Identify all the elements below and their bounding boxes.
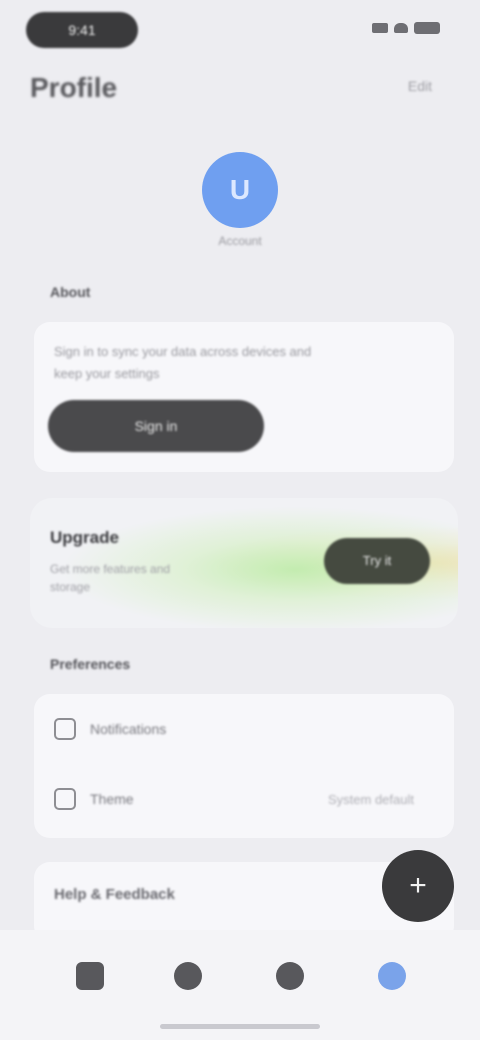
preferences-card: Notifications Theme System default <box>34 694 454 838</box>
promo-subtitle-line-2: storage <box>50 580 91 594</box>
tab-profile[interactable] <box>362 946 422 1006</box>
promo-subtitle: Get more features and storage <box>50 560 270 596</box>
wifi-icon <box>394 23 408 33</box>
tab-home[interactable] <box>60 946 120 1006</box>
promo-cta-button[interactable]: Try it <box>324 538 430 584</box>
settings-row-theme[interactable]: Theme System default <box>34 764 454 834</box>
tab-search[interactable] <box>158 946 218 1006</box>
battery-icon <box>414 22 440 34</box>
section-label-about: About <box>50 284 91 300</box>
section-label-preferences: Preferences <box>50 656 131 672</box>
tab-library[interactable] <box>260 946 320 1006</box>
settings-row-label: Theme <box>90 791 134 807</box>
profile-icon <box>378 962 406 990</box>
upgrade-promo-card[interactable]: Upgrade Get more features and storage Tr… <box>30 498 458 628</box>
status-bar: 9:41 <box>0 0 480 60</box>
home-indicator <box>160 1024 320 1029</box>
promo-title: Upgrade <box>50 528 119 547</box>
status-time: 9:41 <box>26 12 138 48</box>
account-card: Sign in to sync your data across devices… <box>34 322 454 472</box>
settings-row-notifications[interactable]: Notifications <box>34 694 454 764</box>
edit-button[interactable]: Edit <box>408 78 432 94</box>
bell-icon <box>54 718 76 740</box>
promo-subtitle-line-1: Get more features and <box>50 562 171 576</box>
account-description-line-1: Sign in to sync your data across devices… <box>54 344 312 359</box>
help-card-title: Help & Feedback <box>54 886 175 903</box>
palette-icon <box>54 788 76 810</box>
status-icons <box>372 22 440 34</box>
account-description-line-2: keep your settings <box>54 366 160 381</box>
header: Profile Edit <box>0 66 480 110</box>
page-title: Profile <box>30 72 118 103</box>
avatar[interactable]: U <box>202 152 278 228</box>
avatar-initial: U <box>229 174 251 205</box>
library-icon <box>276 962 304 990</box>
settings-row-value: System default <box>328 791 414 807</box>
signal-icon <box>372 23 388 33</box>
plus-icon: + <box>409 869 427 902</box>
sign-in-button[interactable]: Sign in <box>48 400 264 452</box>
settings-row-label: Notifications <box>90 721 167 737</box>
add-button[interactable]: + <box>382 850 454 922</box>
home-icon <box>76 962 104 990</box>
avatar-caption: Account <box>218 234 262 248</box>
search-icon <box>174 962 202 990</box>
